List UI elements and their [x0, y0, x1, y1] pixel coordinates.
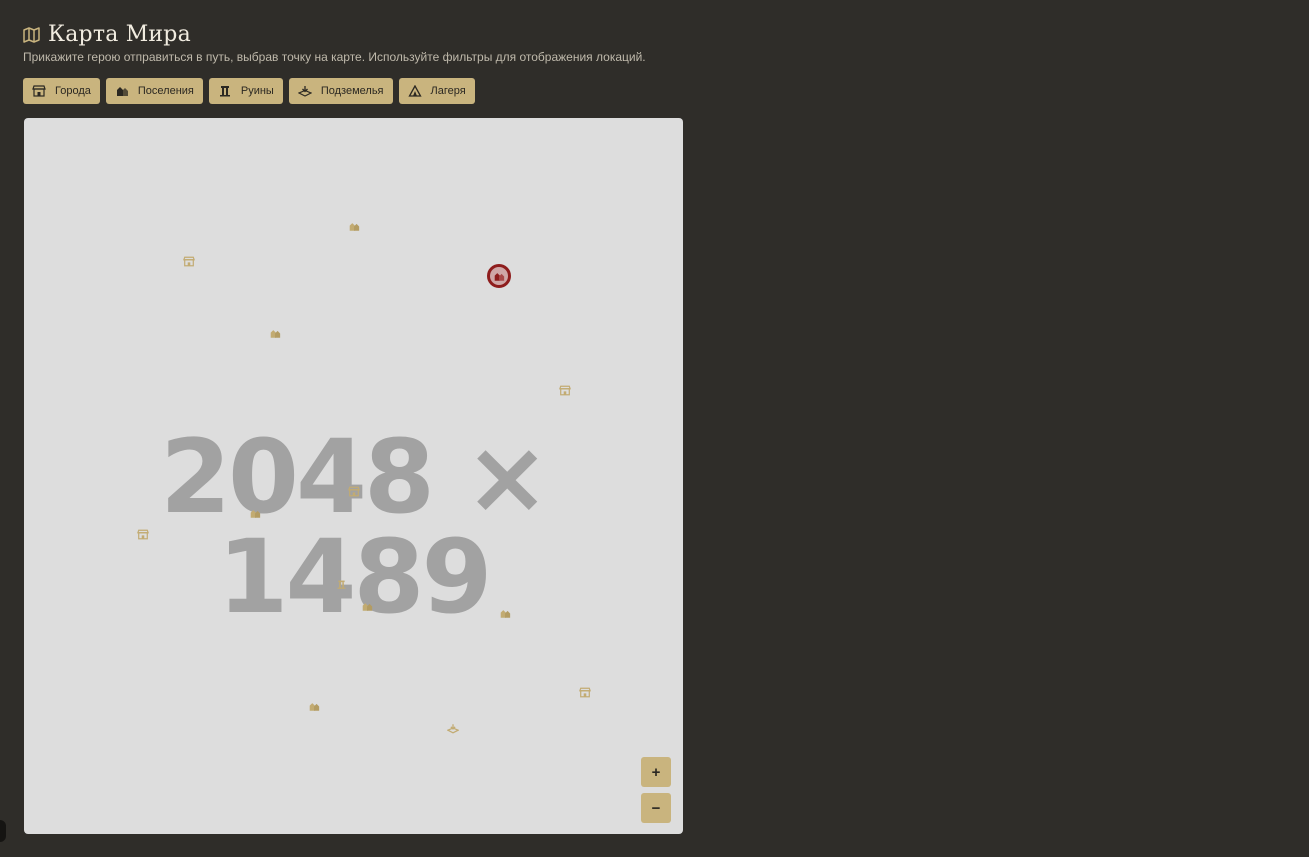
page-subtitle: Прикажите герою отправиться в путь, выбр… — [23, 50, 646, 64]
ruins-marker[interactable] — [333, 576, 349, 592]
world-map-page: Карта Мира Прикажите герою отправиться в… — [0, 0, 1309, 857]
settlement-marker[interactable] — [306, 698, 322, 714]
settlement-marker[interactable] — [497, 605, 513, 621]
city-marker[interactable] — [346, 483, 362, 499]
filter-ruins-button[interactable]: Руины — [208, 78, 283, 104]
settlement-marker[interactable] — [247, 505, 263, 521]
map-icon — [23, 26, 40, 43]
page-title: Карта Мира — [48, 22, 191, 47]
ruins-icon — [218, 85, 232, 97]
filter-camps-button[interactable]: Лагеря — [398, 78, 475, 104]
selected-location-marker[interactable] — [487, 264, 511, 288]
camp-icon — [407, 85, 422, 97]
city-marker[interactable] — [557, 382, 573, 398]
dungeon-icon — [297, 85, 312, 97]
filter-label: Города — [55, 85, 91, 97]
settlement-marker[interactable] — [359, 598, 375, 614]
filter-dungeons-button[interactable]: Подземелья — [288, 78, 393, 104]
city-marker[interactable] — [181, 253, 197, 269]
filter-label: Руины — [240, 85, 274, 97]
city-marker[interactable] — [577, 684, 593, 700]
zoom-in-button[interactable]: + — [641, 757, 671, 787]
world-map[interactable]: 2048 × 1489 + − — [24, 118, 683, 834]
filter-label: Лагеря — [430, 85, 466, 97]
side-handle[interactable] — [0, 820, 6, 842]
settlement-marker[interactable] — [267, 325, 283, 341]
settlement-marker[interactable] — [346, 218, 362, 234]
filter-label: Подземелья — [320, 85, 384, 97]
filter-cities-button[interactable]: Города — [23, 78, 100, 104]
city-icon — [32, 85, 46, 97]
settlement-icon — [115, 85, 129, 97]
zoom-out-button[interactable]: − — [641, 793, 671, 823]
filter-label: Поселения — [137, 85, 194, 97]
dungeon-marker[interactable] — [445, 720, 461, 736]
map-image-placeholder: 2048 × 1489 — [160, 418, 550, 637]
page-header: Карта Мира — [23, 22, 191, 47]
filter-bar: Города Поселения Руины Подземелья Лагеря — [23, 78, 475, 104]
city-marker[interactable] — [135, 526, 151, 542]
filter-settlements-button[interactable]: Поселения — [105, 78, 203, 104]
